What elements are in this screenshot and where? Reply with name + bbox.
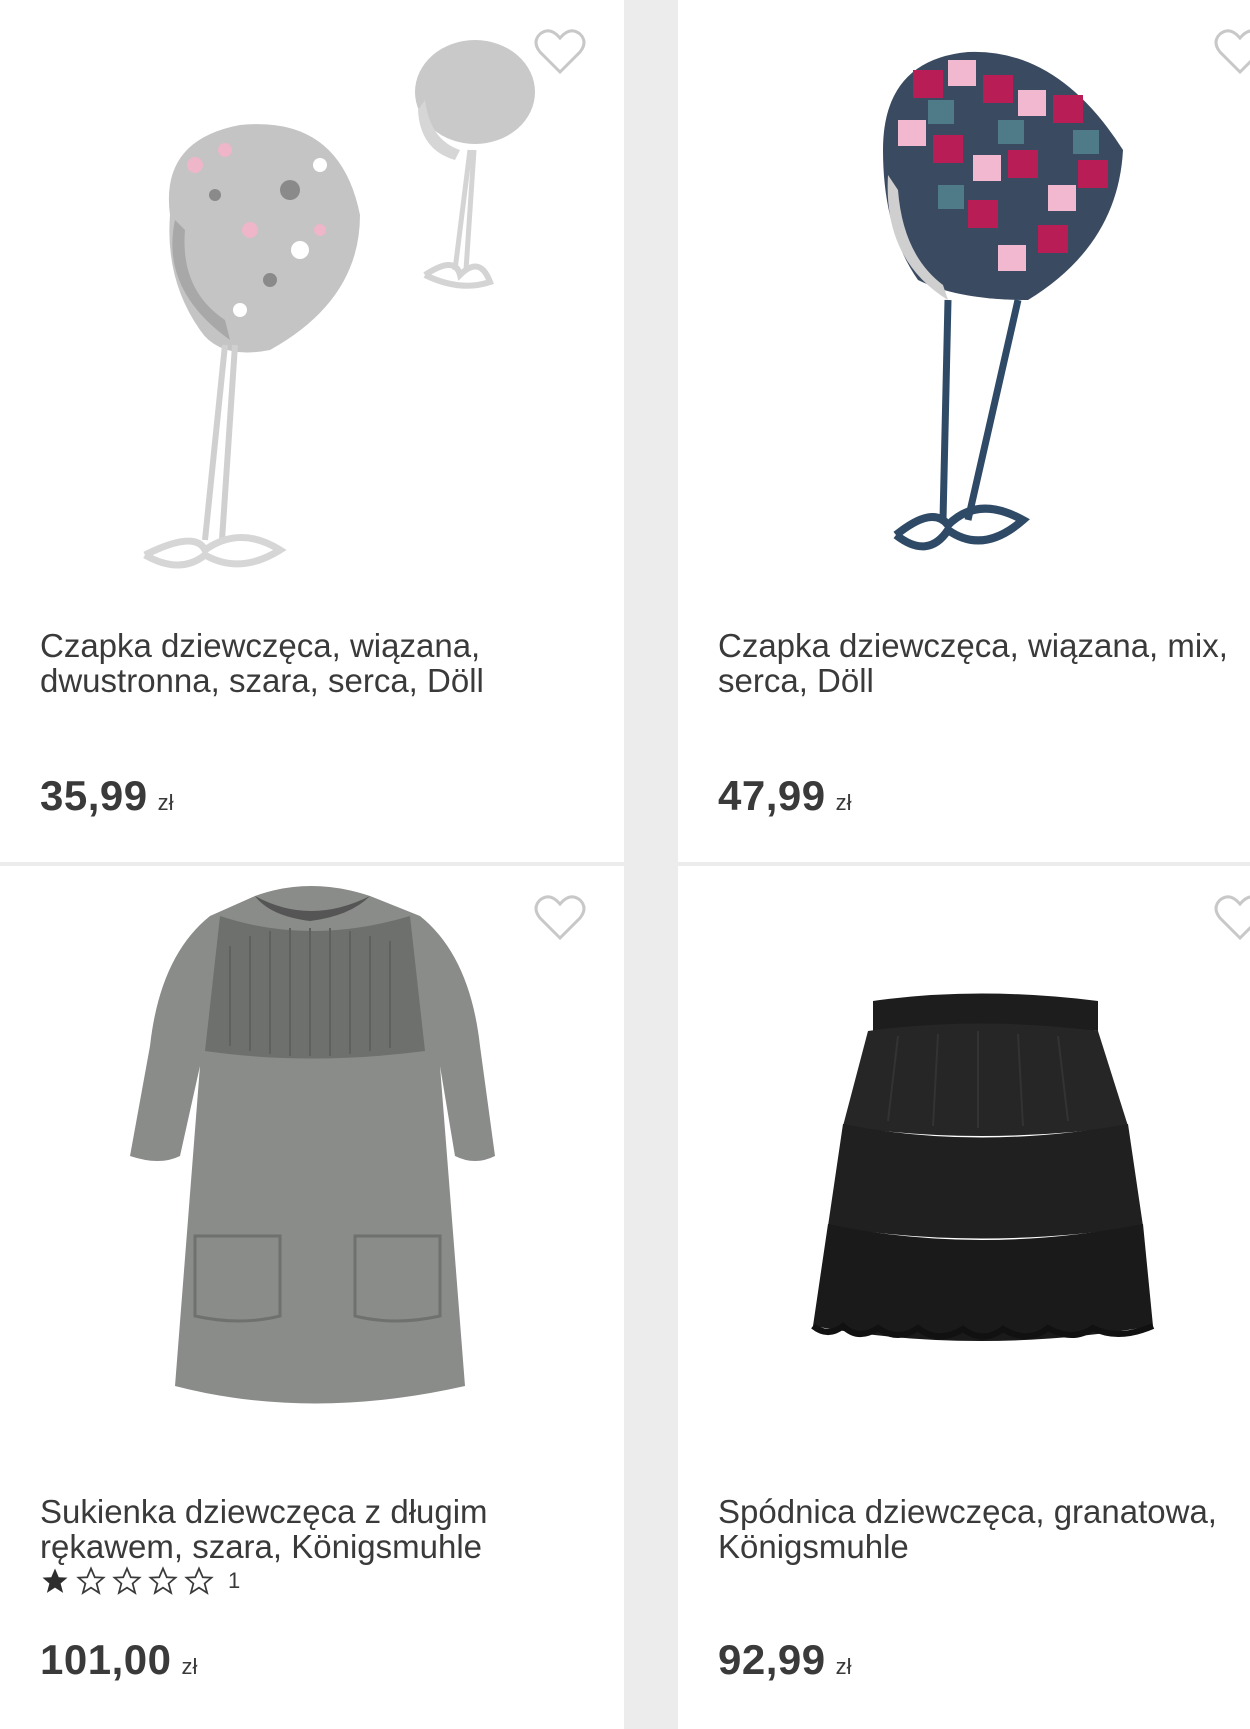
- baby-hat-gray-hearts-image[interactable]: [0, 0, 624, 600]
- price-amount: 47,99: [718, 772, 826, 819]
- product-title[interactable]: Czapka dziewczęca, wiązana, mix, serca, …: [718, 628, 1250, 698]
- product-price: 47,99 zł: [718, 772, 852, 820]
- price-currency: zł: [181, 1654, 198, 1679]
- star-outline-icon: [76, 1566, 106, 1595]
- price-currency: zł: [835, 790, 852, 815]
- gray-knit-dress-image[interactable]: [0, 866, 624, 1466]
- heart-outline-icon[interactable]: [534, 894, 586, 942]
- product-rating[interactable]: 1: [40, 1566, 240, 1596]
- product-title[interactable]: Sukienka dziewczęca z długim rękawem, sz…: [40, 1494, 600, 1564]
- star-filled-icon: [42, 1568, 68, 1593]
- heart-outline-icon[interactable]: [534, 28, 586, 76]
- product-card[interactable]: Czapka dziewczęca, wiązana, mix, serca, …: [678, 0, 1250, 862]
- product-title[interactable]: Czapka dziewczęca, wiązana, dwustronna, …: [40, 628, 600, 698]
- heart-outline-icon[interactable]: [1214, 894, 1250, 942]
- star-outline-icon: [112, 1566, 142, 1595]
- product-card[interactable]: Sukienka dziewczęca z długim rękawem, sz…: [0, 866, 624, 1729]
- price-amount: 101,00: [40, 1636, 172, 1683]
- rating-count: 1: [228, 1568, 241, 1593]
- star-outline-icon: [184, 1566, 214, 1595]
- price-currency: zł: [157, 790, 174, 815]
- heart-outline-icon[interactable]: [1214, 28, 1250, 76]
- baby-hat-multicolor-hearts-image[interactable]: [678, 0, 1250, 600]
- price-currency: zł: [835, 1654, 852, 1679]
- black-tulle-skirt-image[interactable]: [678, 866, 1250, 1466]
- product-price: 101,00 zł: [40, 1636, 197, 1684]
- product-card[interactable]: Czapka dziewczęca, wiązana, dwustronna, …: [0, 0, 624, 862]
- product-card[interactable]: Spódnica dziewczęca, granatowa, Königsmu…: [678, 866, 1250, 1729]
- star-outline-icon: [148, 1566, 178, 1595]
- price-amount: 92,99: [718, 1636, 826, 1683]
- product-price: 35,99 zł: [40, 772, 174, 820]
- price-amount: 35,99: [40, 772, 148, 819]
- product-grid: Czapka dziewczęca, wiązana, dwustronna, …: [0, 0, 1250, 1729]
- product-title[interactable]: Spódnica dziewczęca, granatowa, Königsmu…: [718, 1494, 1250, 1564]
- product-price: 92,99 zł: [718, 1636, 852, 1684]
